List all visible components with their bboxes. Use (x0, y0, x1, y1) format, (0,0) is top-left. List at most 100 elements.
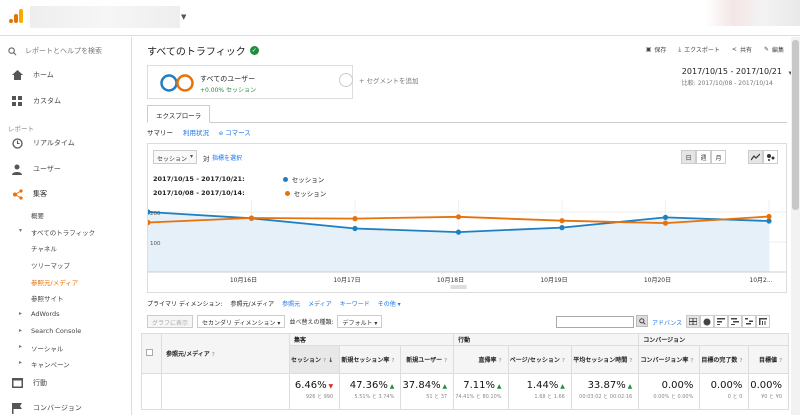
data-point-1-1 (248, 215, 255, 221)
week-button[interactable]: 週 (696, 150, 711, 164)
sidebar-item-adwords[interactable]: AdWords (19, 310, 59, 318)
metric-comparison: 51 と 37 (426, 394, 448, 400)
pivot-view-icon[interactable] (756, 315, 770, 328)
secondary-dimension-select[interactable]: セカンダリ ディメンション ▾ (197, 315, 286, 328)
sidebar-item-custom[interactable]: カスタム (0, 90, 132, 112)
subtab-ecommerce[interactable]: e コマース (219, 127, 251, 137)
sidebar-item-overview[interactable]: 概要 (31, 210, 44, 220)
table-row: 6.46% ▼ 926 と 990 47.36% ▲ 5.51% と 3.74% 37.… (141, 373, 789, 410)
sidebar-item-channels[interactable]: チャネル (31, 243, 57, 253)
sidebar-item-campaigns[interactable]: キャンペーン (19, 359, 70, 369)
metric-comparison: ¥0 と ¥0 (761, 394, 782, 400)
sidebar-item-users[interactable]: ユーザー (0, 158, 132, 180)
sidebar-item-behavior[interactable]: 行動 (0, 372, 132, 394)
sidebar-item-home[interactable]: ホーム (0, 64, 132, 86)
column-header[interactable]: 平均セッション時間 ? (570, 345, 640, 374)
performance-view-icon[interactable] (714, 315, 728, 328)
group-acquisition: 集客 (288, 333, 455, 346)
chart-resize-handle (450, 285, 467, 289)
metric-value: 0.00% (750, 380, 782, 391)
table-search-button[interactable] (636, 315, 648, 327)
chart-panel: セッション 対 指標を選択 日 週 月 2017/10/15 - 2017/10… (147, 143, 787, 293)
subtab-summary[interactable]: サマリー (147, 127, 173, 137)
page-scrollbar-thumb[interactable] (792, 40, 799, 210)
edit-button[interactable]: ✎ 編集 (764, 45, 784, 54)
select-all-checkbox[interactable] (146, 349, 153, 356)
column-header[interactable]: コンバージョン率 ? (638, 345, 701, 374)
subtab-usage[interactable]: 利用状況 (183, 127, 209, 137)
table-toolbar: グラフに表示 セカンダリ ディメンション ▾ 並べ替えの種類: デフォルト ▾ (147, 315, 383, 328)
data-point-1-5 (662, 220, 669, 226)
advanced-link[interactable]: アドバンス (652, 318, 682, 327)
top-bar: ▼ (0, 0, 800, 36)
export-button[interactable]: ⤓ エクスポート (678, 45, 719, 55)
comparison-view-icon[interactable] (728, 315, 742, 328)
dimension-active[interactable]: 参照元/メディア (231, 299, 275, 308)
behavior-icon (11, 377, 23, 389)
dimension-source[interactable]: 参照元 (282, 299, 300, 308)
metric-select[interactable]: セッション (153, 150, 197, 164)
data-point-0-5 (662, 214, 669, 220)
table-view-icon[interactable] (686, 315, 700, 328)
month-button[interactable]: 月 (711, 150, 726, 164)
trend-up-icon: ▲ (558, 383, 565, 390)
select-metric-link[interactable]: 指標を選択 (212, 153, 242, 162)
column-header[interactable]: ページ/セッション ? (507, 345, 572, 374)
motion-chart-icon[interactable] (763, 150, 778, 164)
account-selector[interactable] (30, 6, 180, 28)
data-table: 参照元/メディア ? 集客 行動 コンバージョン セッション ? ↓ 新規セッショ… (141, 333, 789, 410)
help-icon: ? (498, 358, 502, 364)
column-header[interactable]: セッション ? ↓ (288, 345, 341, 374)
save-button[interactable]: ▣ 保存 (646, 45, 667, 54)
person-icon (11, 163, 23, 175)
account-menu[interactable] (705, 0, 800, 26)
sidebar-item-search-console[interactable]: Search Console (19, 327, 81, 335)
legend-previous: 2017/10/08 - 2017/10/14: セッション (153, 189, 327, 198)
column-header[interactable]: 目標の完了数 ? (699, 345, 750, 374)
trend-up-icon: ▲ (494, 383, 502, 390)
share-button[interactable]: < 共有 (732, 45, 752, 54)
data-point-0-4 (559, 225, 565, 231)
x-tick-label: 10月19日 (540, 277, 567, 284)
metric-cell: 37.84% ▲ 51 と 37 (400, 373, 455, 410)
dimension-medium[interactable]: メディア (308, 299, 332, 308)
sidebar-item-all-traffic[interactable]: すべてのトラフィック (19, 227, 95, 237)
sidebar-item-acquisition[interactable]: 集客 (0, 183, 132, 205)
x-tick-label: 10月16日 (230, 277, 257, 284)
pencil-icon: ✎ (763, 46, 769, 53)
search-input[interactable]: レポートとヘルプを検索 (8, 43, 128, 59)
segment-all-users[interactable]: すべてのユーザー +0.00% セッション (147, 65, 353, 99)
term-cloud-view-icon[interactable] (742, 315, 756, 328)
pie-view-icon[interactable] (700, 315, 714, 328)
data-point-0-6 (766, 218, 772, 224)
select-all-checkbox-cell[interactable] (141, 333, 162, 374)
tab-explorer[interactable]: エクスプローラ (147, 105, 211, 123)
sidebar-item-treemap[interactable]: ツリーマップ (31, 260, 70, 270)
row-checkbox-cell[interactable] (141, 373, 162, 410)
sort-type-select[interactable]: デフォルト ▾ (337, 315, 383, 328)
column-header[interactable]: 直帰率 ? (453, 345, 509, 374)
table-search-input[interactable] (556, 316, 634, 328)
sidebar-item-referral-media[interactable]: 参照元/メディア (31, 277, 78, 287)
sidebar-item-conversions[interactable]: コンバージョン (0, 397, 132, 419)
data-point-1-4 (559, 218, 565, 224)
add-segment-button[interactable]: + セグメントを追加 (339, 73, 419, 87)
sidebar-item-realtime[interactable]: リアルタイム (0, 132, 132, 154)
day-button[interactable]: 日 (681, 150, 696, 164)
sidebar-item-social[interactable]: ソーシャル (19, 343, 64, 353)
dimension-other[interactable]: その他 ▾ (378, 299, 401, 308)
chevron-down-icon[interactable]: ▼ (181, 13, 186, 21)
dimension-keyword[interactable]: キーワード (340, 299, 370, 308)
line-chart-icon[interactable] (748, 150, 763, 164)
date-range-picker[interactable]: 2017/10/15 - 2017/10/21 比較: 2017/10/08 -… (682, 67, 792, 87)
sidebar-item-referral-sites[interactable]: 参照サイト (31, 293, 64, 303)
sessions-line-chart: 200 100 10月16日 10月17日 10月18日 10月19日 10月20日 10月2… (148, 200, 786, 289)
column-header[interactable]: 新規ユーザー ? (400, 345, 455, 374)
trend-up-icon: ▲ (440, 383, 448, 390)
plot-rows-button[interactable]: グラフに表示 (147, 315, 194, 328)
column-header[interactable]: 目標値 ? (748, 345, 789, 374)
metric-cell: 0.00% ¥0 と ¥0 (748, 373, 789, 410)
column-header[interactable]: 新規セッション率 ? (339, 345, 402, 374)
analytics-logo-icon[interactable] (8, 8, 24, 24)
dimension-column-header[interactable]: 参照元/メディア ? (161, 333, 290, 374)
